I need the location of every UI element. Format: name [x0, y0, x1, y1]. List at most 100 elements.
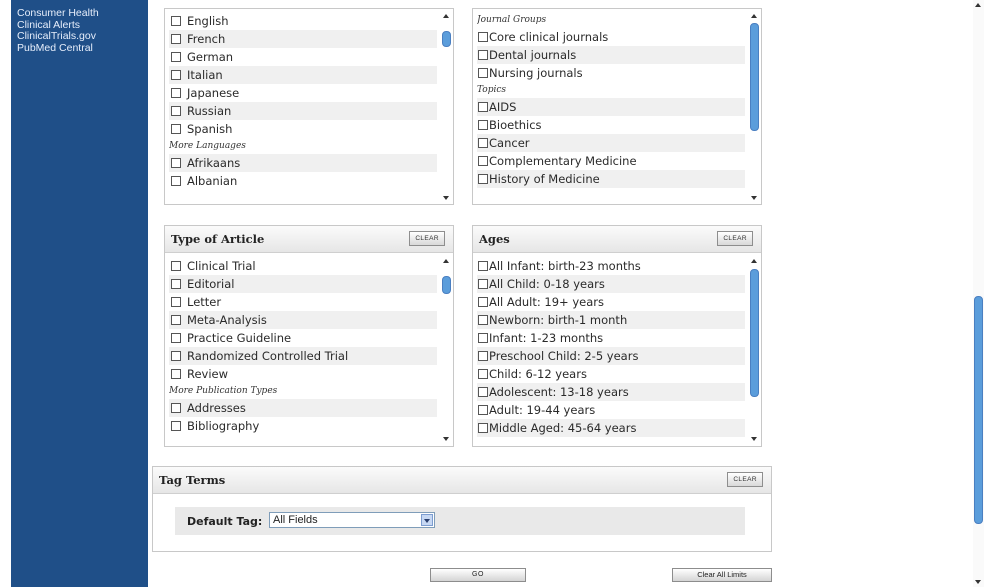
list-item[interactable]: History of Medicine	[477, 170, 745, 188]
dropdown-arrow-icon[interactable]	[421, 514, 433, 526]
checkbox[interactable]	[171, 106, 181, 116]
list-item[interactable]: Clinical Trial	[169, 257, 437, 275]
checkbox[interactable]	[171, 158, 181, 168]
checkbox[interactable]	[171, 16, 181, 26]
list-item[interactable]: Infant: 1-23 months	[477, 329, 745, 347]
scroll-thumb[interactable]	[750, 269, 759, 397]
scroll-down-arrow-icon[interactable]	[443, 196, 449, 200]
list-item[interactable]: Editorial	[169, 275, 437, 293]
list-item[interactable]: Afrikaans	[169, 154, 437, 172]
checkbox[interactable]	[171, 88, 181, 98]
scroll-up-arrow-icon[interactable]	[751, 259, 757, 263]
checkbox[interactable]	[171, 124, 181, 134]
list-item[interactable]: Adult: 19-44 years	[477, 401, 745, 419]
scroll-up-arrow-icon[interactable]	[751, 14, 757, 18]
checkbox[interactable]	[478, 369, 488, 379]
list-item[interactable]: Bibliography	[169, 417, 437, 435]
list-item[interactable]: Complementary Medicine	[477, 152, 745, 170]
checkbox[interactable]	[171, 351, 181, 361]
checkbox[interactable]	[478, 333, 488, 343]
clear-all-limits-button[interactable]: Clear All Limits	[672, 568, 772, 582]
checkbox[interactable]	[171, 297, 181, 307]
list-item[interactable]: Albanian	[169, 172, 437, 190]
checkbox[interactable]	[478, 297, 488, 307]
scroll-down-arrow-icon[interactable]	[751, 196, 757, 200]
scroll-up-arrow-icon[interactable]	[443, 14, 449, 18]
list-item[interactable]: All Infant: birth-23 months	[477, 257, 745, 275]
checkbox[interactable]	[478, 32, 488, 42]
checkbox[interactable]	[478, 423, 488, 433]
scroll-up-arrow-icon[interactable]	[975, 3, 981, 7]
list-item[interactable]: Italian	[169, 66, 437, 84]
sidebar-link-consumer-health[interactable]: Consumer Health	[17, 7, 148, 20]
checkbox[interactable]	[478, 138, 488, 148]
list-item[interactable]: Russian	[169, 102, 437, 120]
checkbox[interactable]	[171, 333, 181, 343]
scroll-down-arrow-icon[interactable]	[975, 580, 981, 584]
checkbox[interactable]	[478, 279, 488, 289]
clear-button[interactable]: CLEAR	[409, 231, 445, 246]
list-item[interactable]: Spanish	[169, 120, 437, 138]
checkbox[interactable]	[171, 70, 181, 80]
scroll-up-arrow-icon[interactable]	[443, 259, 449, 263]
list-item[interactable]: All Adult: 19+ years	[477, 293, 745, 311]
checkbox[interactable]	[171, 34, 181, 44]
checkbox[interactable]	[478, 405, 488, 415]
scroll-down-arrow-icon[interactable]	[751, 437, 757, 441]
list-item[interactable]: Nursing journals	[477, 64, 745, 82]
scroll-thumb[interactable]	[442, 276, 451, 294]
go-button[interactable]: GO	[430, 568, 526, 582]
scroll-down-arrow-icon[interactable]	[443, 437, 449, 441]
sidebar-link-clinicaltrials-gov[interactable]: ClinicalTrials.gov	[17, 30, 148, 43]
checkbox[interactable]	[478, 156, 488, 166]
list-item[interactable]: Middle Aged: 45-64 years	[477, 419, 745, 437]
clear-button[interactable]: CLEAR	[717, 231, 753, 246]
list-item[interactable]: Adolescent: 13-18 years	[477, 383, 745, 401]
checkbox[interactable]	[478, 68, 488, 78]
checkbox[interactable]	[478, 315, 488, 325]
ages-scrollbar[interactable]	[749, 256, 760, 444]
checkbox[interactable]	[478, 261, 488, 271]
list-item[interactable]: Meta-Analysis	[169, 311, 437, 329]
list-item[interactable]: AIDS	[477, 98, 745, 116]
clear-button[interactable]: CLEAR	[727, 472, 763, 487]
checkbox[interactable]	[171, 369, 181, 379]
checkbox[interactable]	[171, 315, 181, 325]
scroll-thumb[interactable]	[442, 31, 451, 47]
checkbox[interactable]	[171, 176, 181, 186]
checkbox[interactable]	[478, 387, 488, 397]
list-item[interactable]: Bioethics	[477, 116, 745, 134]
checkbox[interactable]	[478, 102, 488, 112]
list-item[interactable]: Randomized Controlled Trial	[169, 347, 437, 365]
checkbox[interactable]	[171, 52, 181, 62]
list-item[interactable]: Core clinical journals	[477, 28, 745, 46]
article-type-scrollbar[interactable]	[441, 256, 452, 444]
checkbox[interactable]	[171, 421, 181, 431]
list-item[interactable]: Practice Guideline	[169, 329, 437, 347]
list-item[interactable]: Cancer	[477, 134, 745, 152]
checkbox[interactable]	[171, 261, 181, 271]
subsets-scrollbar[interactable]	[749, 11, 760, 203]
list-item[interactable]: Addresses	[169, 399, 437, 417]
page-scrollbar[interactable]	[973, 0, 984, 587]
scroll-thumb[interactable]	[750, 23, 759, 131]
list-item[interactable]: French	[169, 30, 437, 48]
list-item[interactable]: Newborn: birth-1 month	[477, 311, 745, 329]
checkbox[interactable]	[478, 50, 488, 60]
list-item[interactable]: Japanese	[169, 84, 437, 102]
list-item[interactable]: Review	[169, 365, 437, 383]
list-item[interactable]: All Child: 0-18 years	[477, 275, 745, 293]
sidebar-link-pubmed-central[interactable]: PubMed Central	[17, 42, 148, 55]
list-item[interactable]: Child: 6-12 years	[477, 365, 745, 383]
checkbox[interactable]	[171, 279, 181, 289]
list-item[interactable]: Preschool Child: 2-5 years	[477, 347, 745, 365]
checkbox[interactable]	[171, 403, 181, 413]
checkbox[interactable]	[478, 120, 488, 130]
list-item[interactable]: Letter	[169, 293, 437, 311]
list-item[interactable]: German	[169, 48, 437, 66]
page-scroll-thumb[interactable]	[974, 296, 983, 524]
checkbox[interactable]	[478, 174, 488, 184]
list-item[interactable]: English	[169, 12, 437, 30]
languages-scrollbar[interactable]	[441, 11, 452, 203]
checkbox[interactable]	[478, 351, 488, 361]
